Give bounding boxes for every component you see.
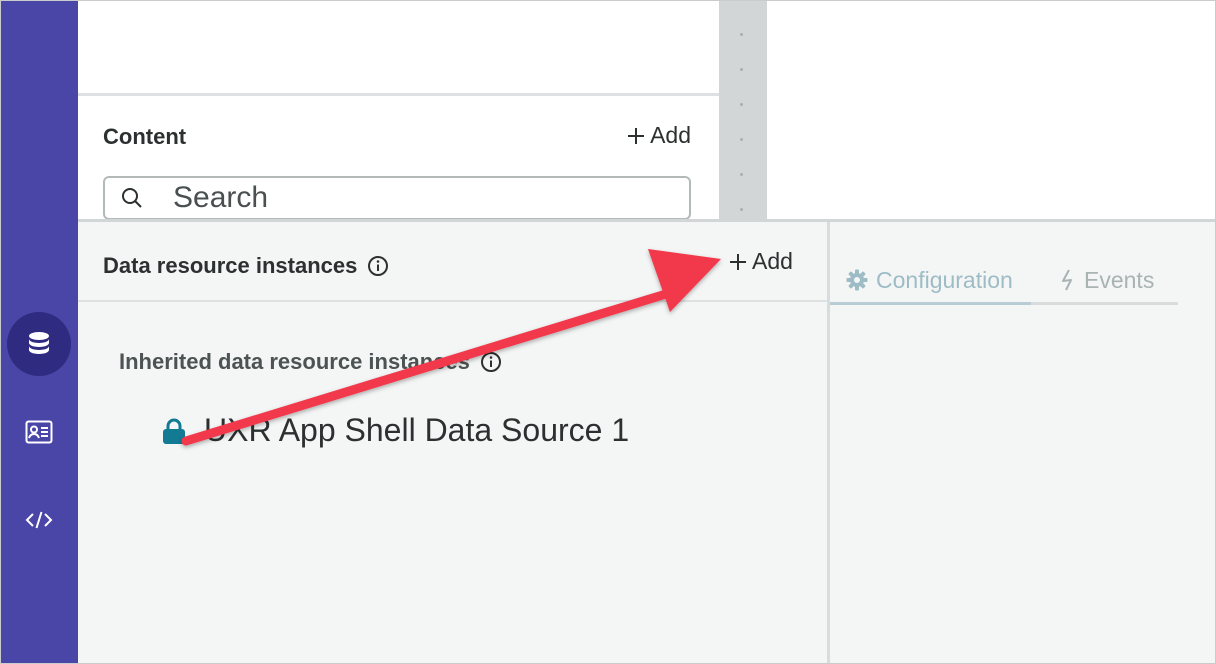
panel-splitter[interactable] (719, 1, 767, 219)
contact-card-icon (25, 420, 53, 444)
content-add-label: Add (650, 122, 691, 148)
tab-configuration-label: Configuration (876, 266, 1013, 293)
plus-icon (628, 127, 645, 144)
info-icon[interactable] (480, 351, 502, 373)
content-panel: Content Add (78, 96, 719, 220)
tab-configuration[interactable]: Configuration (830, 258, 1031, 305)
splitter-grip-dot (740, 33, 743, 36)
nav-rail (1, 1, 78, 663)
data-resource-add-button[interactable]: Add (730, 248, 793, 275)
data-resource-header: Data resource instances Add (78, 222, 827, 302)
list-item[interactable]: UXR App Shell Data Source 1 (162, 412, 629, 449)
instance-name: UXR App Shell Data Source 1 (204, 412, 630, 448)
properties-panel: Configuration Events (830, 222, 1215, 663)
database-icon (29, 332, 49, 354)
rail-code-button[interactable] (7, 488, 71, 552)
code-icon (25, 511, 53, 529)
search-box[interactable] (103, 176, 691, 220)
data-resource-add-label: Add (752, 248, 793, 274)
plus-icon (730, 253, 746, 270)
rail-contact-button[interactable] (7, 400, 71, 464)
data-resource-title: Data resource instances (103, 253, 358, 278)
search-input[interactable] (171, 180, 575, 216)
tab-events[interactable]: Events (1060, 258, 1154, 302)
rail-database-button[interactable] (7, 312, 71, 376)
content-add-button[interactable]: Add (628, 122, 691, 149)
splitter-grip-dot (740, 173, 743, 176)
inherited-heading: Inherited data resource instances (119, 349, 502, 375)
splitter-grip-dot (740, 138, 743, 141)
splitter-grip-dot (740, 103, 743, 106)
app-window: Content Add Data resource instances (0, 0, 1216, 664)
tab-events-label: Events (1084, 266, 1155, 293)
gear-icon (846, 269, 868, 291)
inherited-title: Inherited data resource instances (119, 349, 470, 374)
splitter-grip-dot (740, 68, 743, 71)
search-icon (122, 188, 142, 208)
top-canvas-area (78, 1, 719, 96)
properties-tabs: Configuration Events (830, 258, 1178, 305)
info-icon[interactable] (367, 255, 389, 277)
splitter-grip-dot (740, 208, 743, 211)
preview-area (767, 1, 1215, 219)
lightning-icon (1062, 269, 1072, 291)
data-resource-panel: Data resource instances Add Inherited da… (78, 222, 827, 663)
content-title: Content (103, 124, 187, 149)
data-resource-title-group: Data resource instances (103, 253, 389, 279)
lock-icon (163, 418, 185, 444)
